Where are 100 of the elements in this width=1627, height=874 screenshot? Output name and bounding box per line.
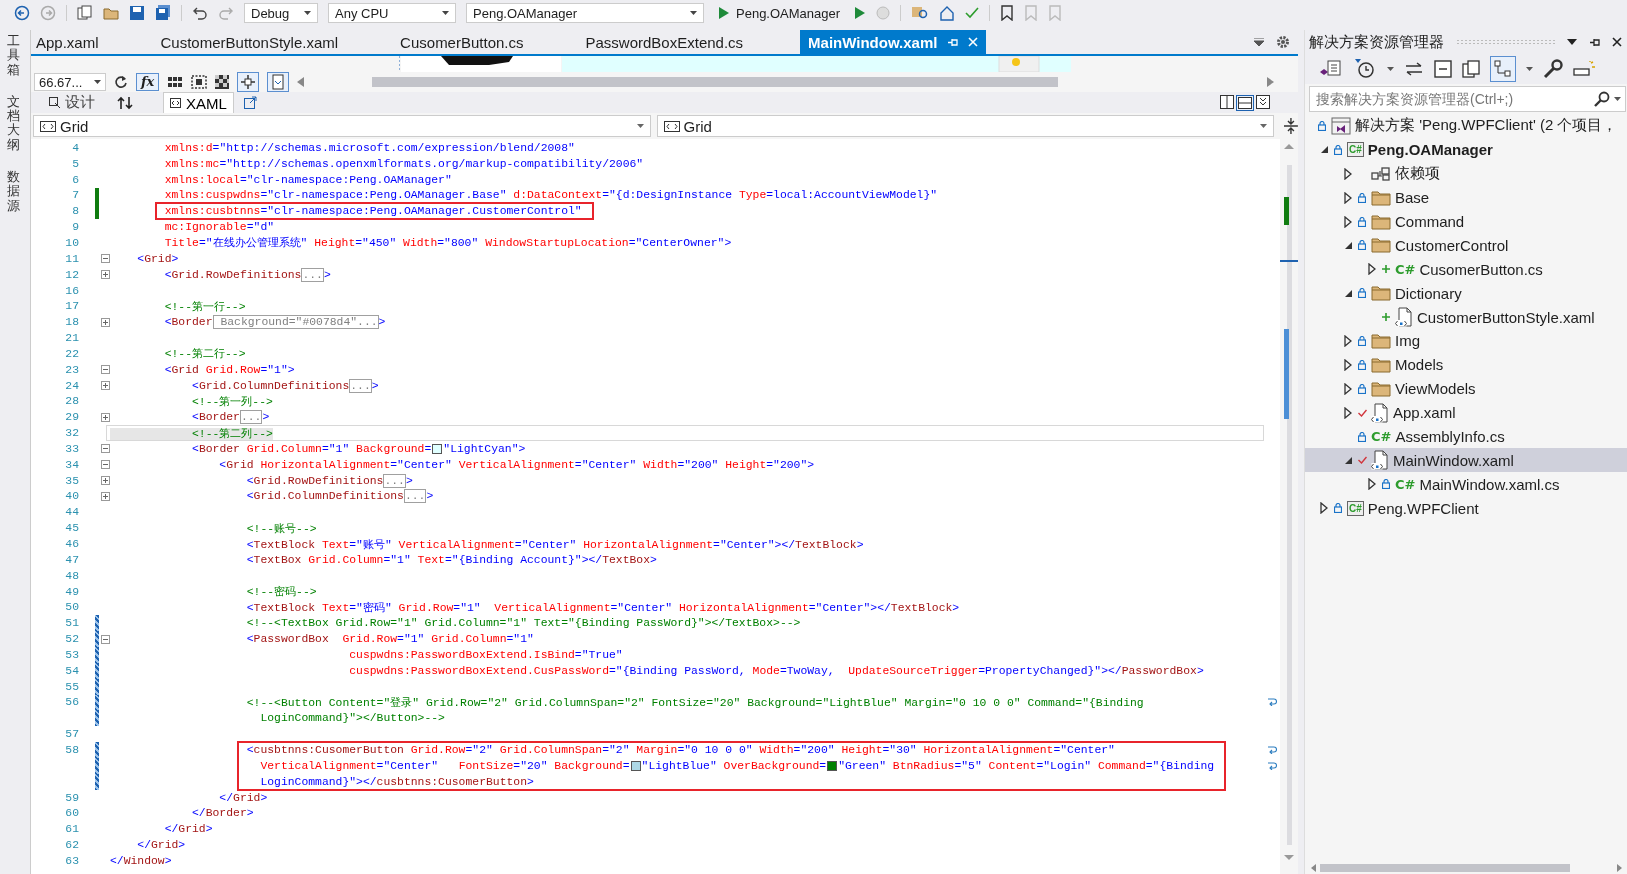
tree-item[interactable]: Models [1305, 352, 1627, 377]
zoom-dropdown[interactable]: 66.67... [34, 73, 106, 91]
document-tab[interactable]: CusomerButton.cs [395, 30, 529, 54]
caret-icon[interactable] [1387, 67, 1394, 71]
expand-arrow-icon[interactable] [1344, 382, 1352, 395]
start-button[interactable]: Peng.OAManager [714, 5, 845, 21]
scroll-right-icon[interactable] [1267, 77, 1274, 87]
tree-item[interactable]: C# Peng.WPFClient [1305, 496, 1627, 521]
document-tab[interactable]: PasswordBoxExtend.cs [580, 30, 749, 54]
device-icon[interactable] [267, 72, 290, 92]
tree-item[interactable]: ViewModels [1305, 376, 1627, 401]
dropdown-icon[interactable] [1567, 39, 1577, 45]
caret-icon[interactable] [1614, 97, 1621, 101]
history-icon[interactable] [1353, 58, 1377, 80]
save-icon[interactable] [129, 5, 145, 21]
side-tab[interactable]: 工具箱 [7, 32, 20, 79]
find-icon[interactable] [911, 5, 930, 21]
snap-lines-icon[interactable] [237, 72, 260, 92]
save-all-icon[interactable] [155, 5, 171, 21]
tree-item[interactable]: App.xaml [1305, 400, 1627, 425]
pending-changes-icon[interactable] [1573, 61, 1595, 77]
search-icon[interactable] [1594, 91, 1610, 107]
expand-icon[interactable] [101, 381, 110, 391]
caret-icon[interactable] [1260, 124, 1268, 128]
scope-dropdown[interactable]: Grid [656, 115, 1275, 137]
side-tab[interactable]: 文档大纲 [7, 92, 20, 155]
expand-icon[interactable] [101, 317, 110, 327]
undo-icon[interactable] [192, 5, 208, 21]
play-icon[interactable] [718, 7, 730, 19]
caret-icon[interactable] [1526, 67, 1533, 71]
pin-icon[interactable] [1589, 36, 1600, 48]
expand-arrow-icon[interactable] [1344, 191, 1352, 204]
configuration-dropdown[interactable]: Debug [244, 3, 318, 23]
tree-item[interactable]: MainWindow.xaml [1305, 448, 1627, 473]
scope-dropdown[interactable]: Grid [33, 115, 651, 137]
document-tab[interactable]: CustomerButtonStyle.xaml [155, 30, 344, 54]
tree-item[interactable]: 依赖项 [1305, 161, 1627, 186]
expand-arrow-icon[interactable] [1344, 215, 1352, 228]
effects-button[interactable]: fx [136, 73, 160, 91]
collapse-arrow-icon[interactable] [1343, 288, 1353, 298]
caret-icon[interactable] [690, 11, 697, 15]
tree-item[interactable]: Base [1305, 185, 1627, 210]
new-item-icon[interactable] [77, 5, 93, 21]
close-icon[interactable] [1612, 37, 1622, 47]
expand-arrow-icon[interactable] [1344, 167, 1352, 180]
tree-view-icon[interactable] [1490, 56, 1516, 82]
caret-icon[interactable] [304, 11, 311, 15]
dropdown-icon[interactable] [1254, 38, 1264, 46]
tree-item[interactable]: CustomerButtonStyle.xaml [1305, 305, 1627, 329]
tree-item[interactable]: Dictionary [1305, 281, 1627, 306]
expand-arrow-icon[interactable] [1368, 263, 1376, 276]
refresh-icon[interactable] [114, 75, 128, 89]
scroll-left-icon[interactable] [1311, 864, 1316, 872]
popout-icon[interactable] [243, 96, 257, 109]
horizontal-scrollbar[interactable] [372, 77, 1059, 87]
splitter-icon[interactable] [1284, 118, 1298, 134]
open-folder-icon[interactable] [103, 5, 119, 21]
tree-item[interactable]: C# CusomerButton.cs [1305, 257, 1627, 282]
expand-icon[interactable] [101, 492, 110, 501]
snap-grid-icon[interactable] [191, 75, 208, 89]
collapse-icon[interactable] [101, 365, 110, 375]
expand-arrow-icon[interactable] [1368, 478, 1376, 491]
expand-icon[interactable] [101, 412, 110, 422]
collapse-pane-icon[interactable] [1256, 94, 1270, 109]
expand-icon[interactable] [101, 270, 110, 280]
side-tab[interactable]: 数据源 [7, 168, 20, 215]
expand-arrow-icon[interactable] [1344, 358, 1352, 371]
bookmark-icon[interactable] [1000, 5, 1015, 21]
scroll-right-icon[interactable] [1617, 864, 1622, 872]
caret-icon[interactable] [442, 11, 449, 15]
tree-item[interactable]: C# AssemblyInfo.cs [1305, 424, 1627, 449]
document-tab[interactable]: App.xaml [31, 30, 104, 54]
caret-icon[interactable] [94, 80, 101, 84]
platform-dropdown[interactable]: Any CPU [328, 3, 456, 23]
horizontal-split-icon[interactable] [1236, 94, 1254, 111]
expand-arrow-icon[interactable] [1320, 502, 1328, 515]
collapse-icon[interactable] [101, 460, 110, 470]
grid-icon[interactable] [167, 76, 184, 88]
tree-item[interactable]: C# Peng.OAManager [1305, 137, 1627, 162]
startup-project-dropdown[interactable]: Peng.OAManager [466, 3, 704, 23]
search-field[interactable]: 搜索解决方案资源管理器(Ctrl+;) [1309, 86, 1626, 112]
collapse-arrow-icon[interactable] [1319, 145, 1329, 155]
vertical-split-icon[interactable] [1220, 94, 1234, 109]
collapse-icon[interactable] [101, 254, 110, 264]
checker-icon[interactable] [215, 75, 230, 89]
back-icon[interactable] [14, 5, 30, 21]
tree-item[interactable]: 解决方案 'Peng.WPFClient' (2 个项目， [1305, 114, 1627, 138]
sync-icon[interactable] [1404, 62, 1424, 76]
expand-icon[interactable] [101, 476, 110, 486]
view-tab[interactable]: 设计 [43, 92, 101, 113]
view-tab[interactable]: XAML [163, 92, 234, 113]
tree-item[interactable]: Img [1305, 329, 1627, 353]
collapse-icon[interactable] [101, 444, 110, 454]
collapse-all-icon[interactable] [1434, 60, 1452, 78]
collapse-arrow-icon[interactable] [1343, 240, 1353, 250]
settings-icon[interactable] [1276, 35, 1290, 49]
expand-arrow-icon[interactable] [1344, 406, 1352, 419]
copies-icon[interactable] [1462, 60, 1480, 78]
tree-item[interactable]: Command [1305, 209, 1627, 234]
collapse-icon[interactable] [101, 634, 110, 644]
